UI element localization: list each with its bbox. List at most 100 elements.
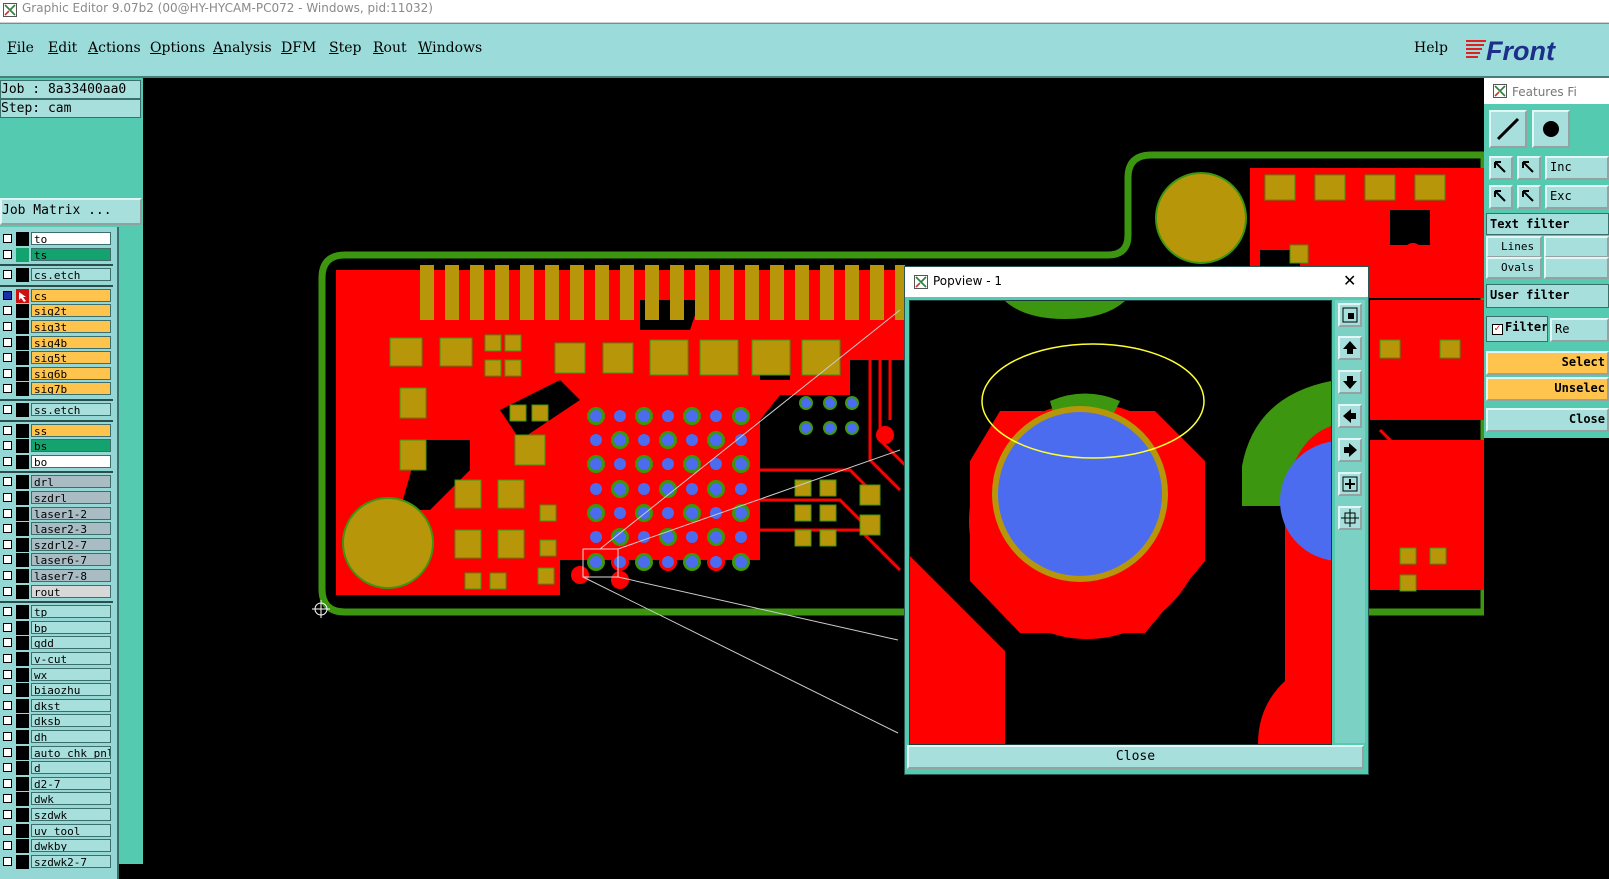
layer-display-indicator[interactable]	[16, 335, 29, 350]
layer-name[interactable]: szdwk	[31, 808, 111, 821]
menu-step[interactable]: Step	[329, 40, 361, 56]
layer-display-indicator[interactable]	[16, 730, 29, 744]
pan-up-icon[interactable]	[1338, 336, 1362, 360]
layer-row-dkst[interactable]: dkst	[0, 698, 113, 713]
layer-checkbox[interactable]	[3, 810, 12, 819]
layer-display-indicator[interactable]	[16, 454, 29, 469]
layer-row-rout[interactable]: rout	[0, 584, 113, 599]
layer-checkbox[interactable]	[3, 337, 12, 347]
layer-checkbox[interactable]	[3, 825, 12, 835]
layer-name[interactable]: szdrl	[31, 491, 111, 504]
layer-checkbox[interactable]	[3, 441, 12, 451]
layer-name[interactable]: uv_tool	[31, 823, 111, 837]
layer-checkbox[interactable]	[3, 425, 12, 435]
layer-checkbox[interactable]	[3, 555, 12, 565]
include-button[interactable]: Inc	[1545, 156, 1609, 180]
layer-row-laser7-8[interactable]: laser7-8	[0, 569, 113, 583]
layer-checkbox[interactable]	[3, 622, 12, 632]
layer-name[interactable]: sig6b	[31, 366, 111, 380]
layer-row-tp[interactable]: tp	[0, 605, 113, 620]
menu-help[interactable]: Help	[1414, 40, 1448, 56]
layer-display-indicator[interactable]	[16, 792, 29, 807]
layer-row-sig3t[interactable]: sig3t	[0, 320, 113, 334]
layer-row-cs[interactable]: cs	[0, 288, 113, 303]
layer-name[interactable]: to	[31, 232, 111, 245]
layer-name[interactable]: dksb	[31, 714, 111, 728]
layer-display-indicator[interactable]	[16, 776, 29, 791]
layer-row-biaozhu[interactable]: biaozhu	[0, 683, 113, 698]
layer-row-bp[interactable]: bp	[0, 620, 113, 635]
layer-row-dwkby[interactable]: dwkby	[0, 839, 113, 854]
menu-windows[interactable]: Windows	[418, 40, 482, 56]
layer-name[interactable]: d2-7	[31, 776, 111, 790]
layer-display-indicator[interactable]	[16, 839, 29, 854]
layer-name[interactable]: bo	[31, 454, 111, 468]
line-tool-icon[interactable]	[1489, 110, 1527, 148]
exclude-button[interactable]: Exc	[1545, 185, 1609, 209]
layer-row-sig4b[interactable]: sig4b	[0, 335, 113, 350]
layer-display-indicator[interactable]	[16, 808, 29, 822]
layer-display-indicator[interactable]	[16, 714, 29, 729]
layer-display-indicator[interactable]	[16, 584, 29, 599]
layer-row-d2-7[interactable]: d2-7	[0, 776, 113, 791]
layer-row-ss[interactable]: ss	[0, 423, 113, 438]
layer-row-ts[interactable]: ts	[0, 247, 113, 262]
filter-option-2[interactable]	[1544, 257, 1609, 279]
layer-display-indicator[interactable]	[16, 761, 29, 776]
layer-display-indicator[interactable]	[16, 351, 29, 366]
layer-row-szdrl2-7[interactable]: szdrl2-7	[0, 537, 113, 552]
layer-checkbox[interactable]	[3, 571, 12, 580]
layer-display-indicator[interactable]	[16, 268, 29, 283]
menu-edit[interactable]: Edit	[48, 40, 77, 56]
layer-display-indicator[interactable]	[16, 366, 29, 381]
layer-row-sig2t[interactable]: sig2t	[0, 304, 113, 319]
layer-row-drl[interactable]: drl	[0, 475, 113, 490]
layer-checkbox[interactable]	[3, 249, 12, 259]
layer-display-indicator[interactable]	[16, 506, 29, 521]
layer-name[interactable]: sig3t	[31, 320, 111, 333]
layer-checkbox[interactable]	[3, 841, 12, 851]
layer-display-indicator[interactable]	[16, 382, 29, 397]
layer-display-indicator[interactable]	[16, 636, 29, 651]
pad-tool-icon[interactable]	[1532, 110, 1570, 148]
layer-name[interactable]: sig2t	[31, 304, 111, 318]
layer-display-indicator[interactable]	[16, 698, 29, 713]
layer-row-bs[interactable]: bs	[0, 439, 113, 454]
layer-name[interactable]: laser2-3	[31, 522, 111, 536]
layer-name[interactable]: dkst	[31, 698, 111, 712]
layer-name[interactable]: tp	[31, 605, 111, 619]
menu-file[interactable]: File	[7, 40, 34, 56]
layer-name[interactable]: drl	[31, 475, 111, 489]
layer-display-indicator[interactable]	[16, 620, 29, 635]
layer-name[interactable]: laser1-2	[31, 506, 111, 520]
layer-row-bo[interactable]: bo	[0, 454, 113, 469]
layer-name[interactable]: dwk	[31, 792, 111, 806]
layer-row-dwk[interactable]: dwk	[0, 792, 113, 807]
layer-checkbox[interactable]	[3, 234, 12, 243]
layer-checkbox[interactable]	[3, 524, 12, 534]
layer-display-indicator[interactable]	[16, 569, 29, 583]
layer-row-cs.etch[interactable]: cs.etch	[0, 268, 113, 283]
layer-row-wx[interactable]: wx	[0, 667, 113, 682]
layer-checkbox[interactable]	[3, 716, 12, 726]
layer-row-gdd[interactable]: gdd	[0, 636, 113, 651]
layer-checkbox[interactable]	[3, 747, 12, 757]
layer-row-ss.etch[interactable]: ss.etch	[0, 403, 113, 417]
layer-name[interactable]: sig5t	[31, 351, 111, 365]
layer-row-szdrl[interactable]: szdrl	[0, 491, 113, 505]
layer-name[interactable]: ss.etch	[31, 403, 111, 416]
layer-name[interactable]: cs.etch	[31, 268, 111, 282]
layer-display-indicator[interactable]	[16, 823, 29, 838]
close-icon[interactable]: ✕	[1343, 271, 1356, 290]
layer-name[interactable]: szdrl2-7	[31, 537, 111, 551]
job-matrix-button[interactable]: Job Matrix ...	[0, 198, 142, 225]
menu-options[interactable]: Options	[150, 40, 205, 56]
layer-name[interactable]: sig7b	[31, 382, 111, 396]
layer-name[interactable]: cs	[31, 288, 111, 302]
layer-name[interactable]: laser7-8	[31, 569, 111, 582]
layer-checkbox[interactable]	[3, 539, 12, 549]
layer-display-indicator[interactable]	[16, 537, 29, 552]
layer-display-indicator[interactable]	[16, 320, 29, 334]
layer-name[interactable]: bs	[31, 439, 111, 453]
layer-row-sig7b[interactable]: sig7b	[0, 382, 113, 397]
